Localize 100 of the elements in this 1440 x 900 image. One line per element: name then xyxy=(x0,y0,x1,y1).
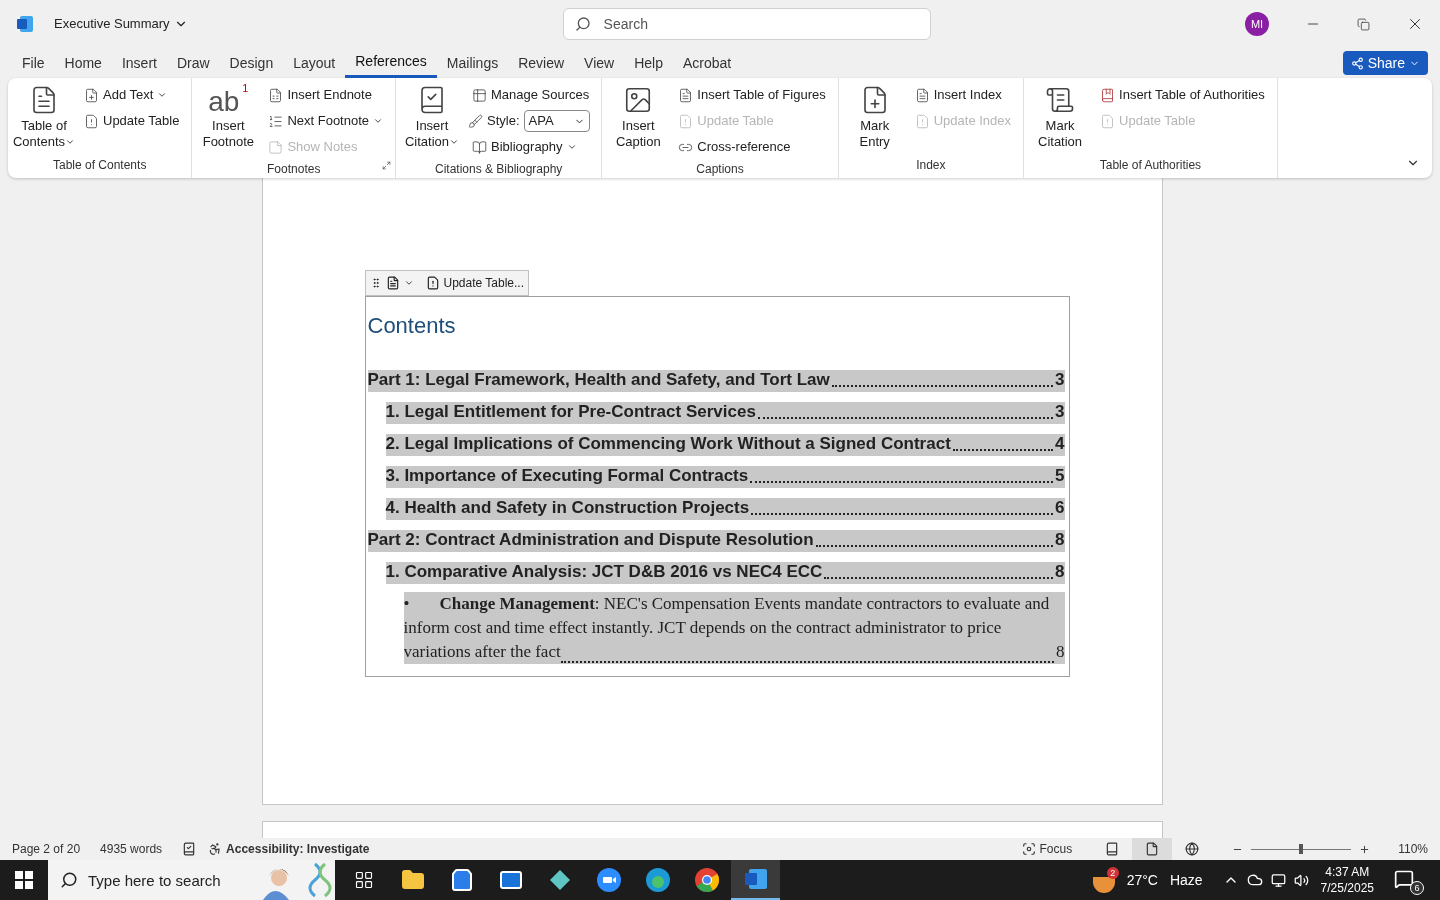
toc-entry[interactable]: • Change Management: NEC's Compensation Events mandate contractors to evaluate and inform cost and time effect instantly. JCT depends on the contract administrator to price variations after the fact 8 xyxy=(403,592,1065,664)
task-view-icon xyxy=(353,870,374,890)
document-alert-icon xyxy=(1100,113,1116,129)
caret-icon xyxy=(65,137,76,147)
ribbon-tab[interactable]: File xyxy=(12,48,55,78)
proofing-icon[interactable] xyxy=(182,842,197,856)
ribbon-tab[interactable]: Draw xyxy=(166,48,220,78)
style-label: Style: xyxy=(487,112,520,131)
table-icon xyxy=(472,87,488,103)
style-select[interactable]: APA xyxy=(523,110,590,132)
ribbon-large-button[interactable]: Mark Entry xyxy=(846,82,903,156)
group-label: Index xyxy=(916,157,946,174)
zoom-in-icon[interactable] xyxy=(1359,843,1371,855)
folder-icon xyxy=(400,868,425,892)
clock-time[interactable]: 4:37 AM xyxy=(1325,864,1370,880)
temperature[interactable]: 27°C xyxy=(1126,869,1158,891)
search-icon xyxy=(574,16,591,32)
store-icon xyxy=(449,868,474,892)
cloud-icon[interactable] xyxy=(1246,872,1263,888)
document-alert-icon xyxy=(914,113,930,129)
caret-icon xyxy=(566,142,577,152)
weather-condition[interactable]: Haze xyxy=(1169,869,1203,891)
ribbon-tab[interactable]: Review xyxy=(508,48,575,78)
bookmark-icon xyxy=(1100,87,1116,103)
toc-entry[interactable]: Part 1: Legal Framework, Health and Safety, and Tort Law 3 xyxy=(367,370,1065,392)
ribbon-button[interactable]: Insert Endnote xyxy=(264,82,388,108)
group-label: Table of Authorities xyxy=(1099,157,1202,174)
share-icon xyxy=(1350,56,1364,70)
ribbon-tab[interactable]: Design xyxy=(219,48,284,78)
restore-icon[interactable] xyxy=(1357,17,1370,31)
ribbon-button[interactable]: Update Table xyxy=(80,108,184,134)
document-alert-icon xyxy=(84,113,99,129)
network-icon[interactable] xyxy=(1270,872,1286,888)
windows-logo-icon[interactable] xyxy=(15,871,33,889)
group-label: Table of Contents xyxy=(53,157,147,174)
page-icon xyxy=(1145,842,1160,856)
taskbar-search-field[interactable]: Type here to search xyxy=(48,860,255,900)
toc-entry[interactable]: 2. Legal Implications of Commencing Work Without a Signed Contract 4 xyxy=(385,434,1065,456)
toc-entry[interactable]: 1. Comparative Analysis: JCT D&B 2016 vs NEC4 ECC 8 xyxy=(385,562,1065,584)
ribbon-button[interactable]: Add Text xyxy=(80,82,184,108)
toc-entry[interactable]: Part 2: Contract Administration and Dispute Resolution 8 xyxy=(367,530,1065,552)
notes-icon xyxy=(268,139,284,155)
search-icon xyxy=(60,871,78,889)
word-count[interactable]: 4935 words xyxy=(100,840,163,858)
ribbon-button[interactable]: Cross-reference xyxy=(674,134,830,160)
ribbon-tab[interactable]: Insert xyxy=(111,48,167,78)
search-field[interactable]: Search xyxy=(562,8,931,40)
zoom-level[interactable]: 110% xyxy=(1398,840,1428,858)
word-logo-icon xyxy=(16,15,34,33)
ribbon-large-button[interactable]: Insert Citation xyxy=(404,82,461,160)
globe-icon xyxy=(1185,842,1200,856)
ribbon-button[interactable]: Bibliography xyxy=(468,134,594,160)
ribbon-button[interactable]: Next Footnote xyxy=(264,108,388,134)
view-button[interactable] xyxy=(1132,838,1173,860)
avatar[interactable]: MI xyxy=(1245,12,1269,36)
share-button[interactable]: Share xyxy=(1342,51,1428,75)
toc-entry[interactable]: 3. Importance of Executing Formal Contracts 5 xyxy=(385,466,1065,488)
document-alert-icon xyxy=(678,113,694,129)
diamond-icon xyxy=(548,869,571,891)
accessibility-status[interactable]: Accessibility: Investigate xyxy=(208,840,370,858)
caret-icon[interactable] xyxy=(403,278,414,288)
zoom-thumb[interactable] xyxy=(1299,844,1304,854)
book-icon xyxy=(1105,842,1120,856)
caret-icon xyxy=(449,137,460,147)
ribbon-button[interactable]: Insert Table of Authorities xyxy=(1096,82,1269,108)
ribbon-tab[interactable]: Help xyxy=(624,48,673,78)
toc-entry[interactable]: 4. Health and Safety in Construction Projects 6 xyxy=(385,498,1065,520)
ribbon-button[interactable]: Manage Sources xyxy=(468,82,594,108)
zoom-slider[interactable] xyxy=(1251,844,1352,854)
weather-icon[interactable] xyxy=(1092,877,1115,893)
add-document-icon xyxy=(84,87,99,103)
video-app-icon xyxy=(595,867,622,893)
ribbon-button[interactable]: Insert Table of Figures xyxy=(674,82,830,108)
mail-icon xyxy=(498,868,523,892)
notifications-icon[interactable] xyxy=(1394,869,1414,889)
group-label: Captions xyxy=(696,161,744,178)
word-icon xyxy=(742,866,769,892)
toc-entry[interactable]: 1. Legal Entitlement for Pre-Contract Services 3 xyxy=(385,402,1065,424)
ribbon-tab[interactable]: Home xyxy=(54,48,112,78)
book-icon xyxy=(472,139,488,155)
page-count[interactable]: Page 2 of 20 xyxy=(12,840,81,858)
dialog-launcher-icon[interactable] xyxy=(382,161,392,170)
toc-title: Contents xyxy=(367,312,457,340)
ribbon-tab[interactable]: View xyxy=(574,48,625,78)
ribbon-button[interactable]: Insert Index xyxy=(910,82,1016,108)
ribbon-tab[interactable]: Mailings xyxy=(436,48,509,78)
document-icon[interactable] xyxy=(385,276,400,290)
ribbon-tab[interactable]: Acrobat xyxy=(673,48,742,78)
caret-icon xyxy=(373,116,384,126)
ribbon-tab[interactable]: Layout xyxy=(283,48,346,78)
focus-button[interactable]: Focus xyxy=(1021,840,1073,858)
ribbon-large-button[interactable]: Insert Caption xyxy=(610,82,667,160)
group-label: Citations & Bibliography xyxy=(434,161,563,178)
document-title[interactable]: Executive Summary xyxy=(54,14,188,34)
ribbon-large-button[interactable]: Mark Citation xyxy=(1032,82,1089,156)
clock-date[interactable]: 7/25/2025 xyxy=(1320,880,1374,896)
brush-icon xyxy=(468,113,484,129)
volume-icon[interactable] xyxy=(1293,872,1309,888)
update-table-button[interactable]: Update Table... xyxy=(425,274,524,292)
focus-icon xyxy=(1021,842,1036,856)
